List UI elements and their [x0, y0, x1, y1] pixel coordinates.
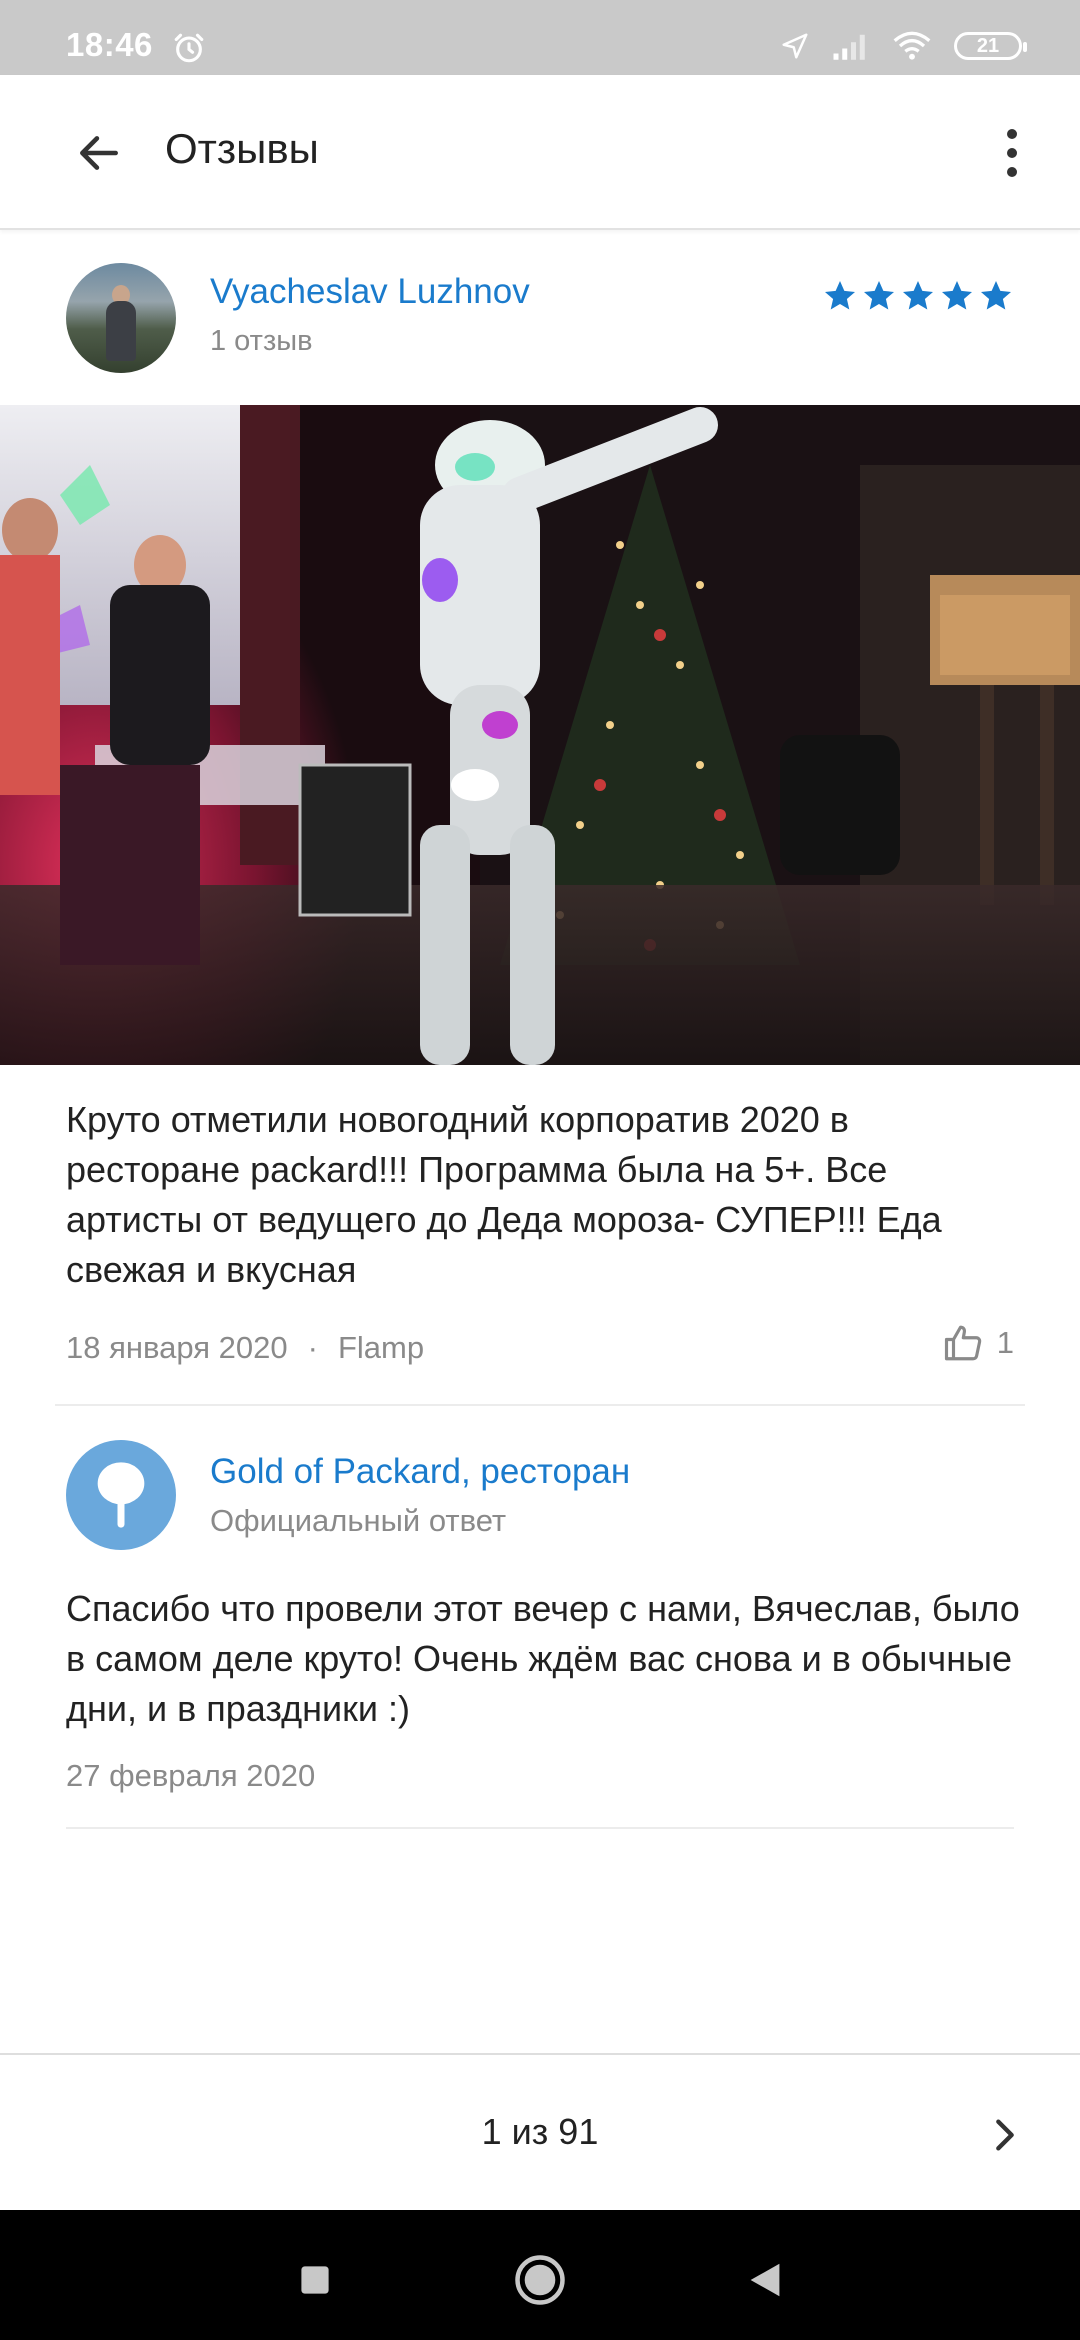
divider: [66, 1827, 1014, 1829]
back-button[interactable]: [64, 121, 134, 185]
org-name[interactable]: Gold of Packard, ресторан: [210, 1452, 630, 1492]
author-name[interactable]: Vyacheslav Luzhnov: [210, 272, 530, 312]
review-date: 18 января 2020: [66, 1330, 288, 1365]
review-text: Круто отметили новогодний корпоратив 202…: [66, 1099, 942, 1290]
page-title: Отзывы: [165, 125, 319, 172]
chevron-right-icon: [996, 2119, 1014, 2151]
app-bar: Отзывы: [0, 75, 1080, 230]
review-meta: 18 января 2020 · Flamp: [66, 1330, 424, 1366]
battery-level: 21: [976, 34, 1000, 57]
like-button[interactable]: 1: [943, 1322, 1014, 1364]
more-vertical-icon: [1007, 129, 1017, 139]
pager: 1 из 91: [0, 2053, 1080, 2210]
home-circle-icon: [515, 2255, 565, 2305]
status-time: 18:46: [66, 26, 153, 63]
back-triangle-icon: [750, 2263, 780, 2297]
system-nav-bar: [0, 2210, 1080, 2340]
avatar[interactable]: [66, 263, 176, 373]
review-header: Vyacheslav Luzhnov 1 отзыв: [0, 230, 1080, 405]
answer-text: Спасибо что провели этот вечер с нами, В…: [66, 1588, 1020, 1729]
star-icon: [864, 281, 894, 310]
recents-square-icon: [301, 2266, 329, 2294]
location-icon: [782, 33, 808, 59]
home-button[interactable]: [510, 2250, 570, 2310]
recents-button[interactable]: [285, 2250, 345, 2310]
official-answer-label: Официальный ответ: [210, 1503, 507, 1538]
status-bar: 18:46 21: [0, 0, 1080, 75]
signal-icon: [833, 34, 865, 60]
status-icons: 21: [780, 26, 1027, 66]
author-review-count: 1 отзыв: [210, 325, 313, 357]
star-icon: [903, 281, 933, 310]
star-icon: [825, 281, 855, 310]
next-button[interactable]: [970, 2100, 1040, 2170]
star-icon: [981, 281, 1011, 310]
review-photo[interactable]: [0, 405, 1080, 1065]
pager-text: 1 из 91: [481, 2111, 599, 2152]
alarm-icon: [174, 33, 204, 63]
review-photo-image: [0, 405, 1080, 1065]
wifi-icon: [893, 31, 931, 60]
ice-cream-icon: [97, 1462, 145, 1528]
battery-icon: 21: [954, 32, 1027, 60]
review-source: Flamp: [337, 1330, 425, 1365]
system-back-button[interactable]: [735, 2250, 795, 2310]
more-button[interactable]: [982, 115, 1042, 191]
arrow-left-icon: [80, 136, 118, 170]
answer-date: 27 февраля 2020: [66, 1758, 316, 1793]
thumbs-up-icon: [944, 1325, 981, 1361]
rating-stars: [822, 278, 1014, 314]
org-logo[interactable]: [66, 1440, 176, 1550]
like-count: 1: [996, 1325, 1014, 1360]
divider: [55, 1404, 1025, 1406]
meta-separator: ·: [307, 1330, 318, 1365]
star-icon: [942, 281, 972, 310]
